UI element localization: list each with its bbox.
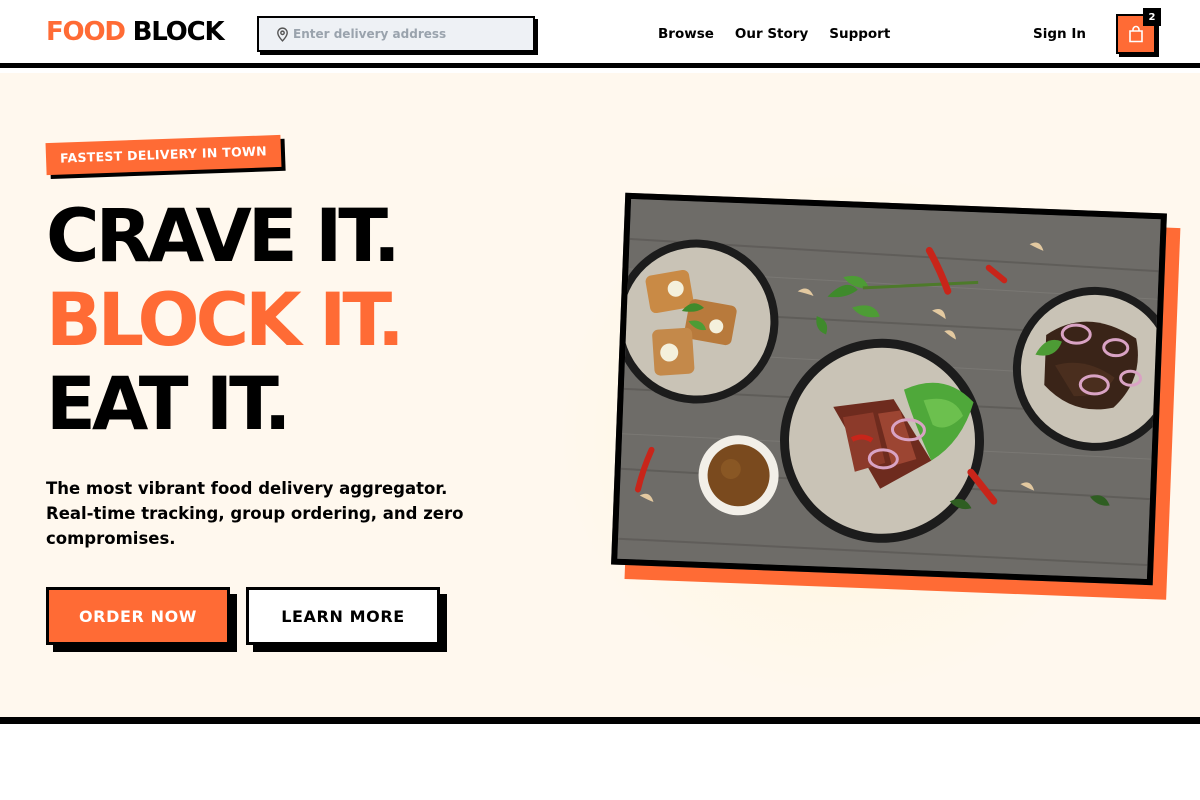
headline-line-3: EAT IT.	[46, 362, 292, 447]
brand-logo[interactable]: FOOD BLOCK	[46, 16, 225, 48]
location-pin-icon	[277, 26, 288, 42]
headline-line-2: BLOCK IT.	[46, 278, 405, 363]
primary-nav: Browse Our Story Support	[658, 24, 890, 44]
headline-line-1: CRAVE IT.	[46, 194, 401, 279]
nav-link-browse[interactable]: Browse	[658, 24, 714, 44]
delivery-address-input[interactable]	[293, 27, 523, 41]
hero-subtext: The most vibrant food delivery aggregato…	[46, 479, 464, 548]
hero-bottom-border	[0, 717, 1200, 724]
sign-in-link[interactable]: Sign In	[1033, 24, 1086, 44]
below-hero-area	[0, 724, 1200, 800]
hero-badge: FASTEST DELIVERY IN TOWN	[45, 134, 282, 176]
hero-section: FASTEST DELIVERY IN TOWN CRAVE IT. BLOCK…	[0, 73, 1200, 717]
learn-more-button[interactable]: LEARN MORE	[246, 587, 440, 645]
hero-image-card	[611, 192, 1181, 600]
nav-link-our-story[interactable]: Our Story	[735, 24, 808, 44]
shopping-bag-icon	[1129, 25, 1143, 43]
cart-count-badge: 2	[1143, 8, 1161, 26]
brand-logo-part-block: BLOCK	[132, 17, 225, 47]
delivery-address-search[interactable]	[257, 16, 535, 52]
nav-link-support[interactable]: Support	[829, 24, 890, 44]
hero-headline: CRAVE IT. BLOCK IT. EAT IT.	[46, 194, 405, 447]
brand-logo-part-food: FOOD	[46, 17, 126, 47]
top-navbar: FOOD BLOCK Browse Our Story Support Sign…	[0, 0, 1200, 68]
food-bowls-photo	[611, 192, 1167, 586]
order-now-button[interactable]: ORDER NOW	[46, 587, 230, 645]
